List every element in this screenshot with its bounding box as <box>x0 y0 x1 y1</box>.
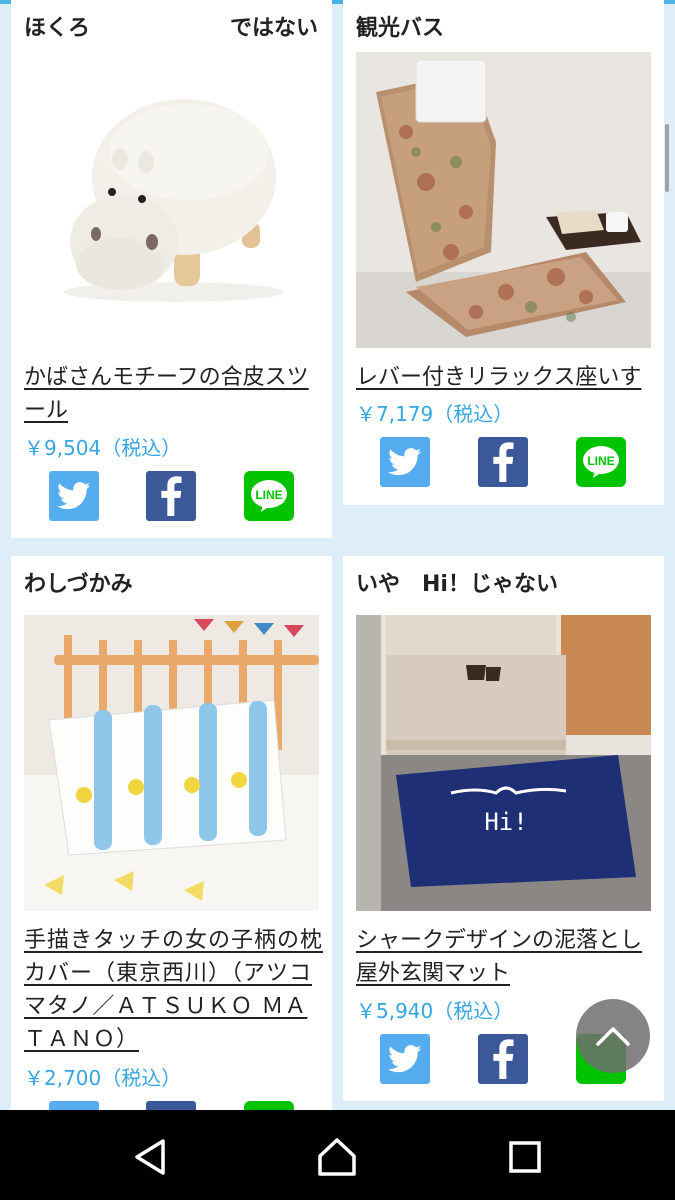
product-image[interactable]: Hi! <box>356 615 651 911</box>
facebook-f-icon <box>493 1039 514 1079</box>
twitter-share-button[interactable] <box>49 471 99 521</box>
card-title: いや Hi！じゃない <box>356 572 558 597</box>
card-title: 観光バス <box>356 16 445 41</box>
twitter-share-button[interactable] <box>380 437 430 487</box>
product-image[interactable] <box>356 52 651 348</box>
card-title-right: ではない <box>229 16 318 41</box>
nav-back-button[interactable] <box>125 1132 175 1182</box>
card-title: ほくろ <box>24 16 91 41</box>
scrollbar-thumb[interactable] <box>665 124 669 192</box>
product-name-link[interactable]: かばさんモチーフの合皮スツール <box>24 361 324 427</box>
twitter-bird-icon <box>388 448 422 476</box>
product-price: ￥2,700（税込） <box>24 1066 182 1090</box>
facebook-share-button[interactable] <box>478 1034 528 1084</box>
square-recents-icon <box>509 1141 541 1173</box>
line-icon: LINE <box>251 480 287 512</box>
facebook-share-button[interactable] <box>146 471 196 521</box>
card-title: わしづかみ <box>24 572 133 597</box>
chevron-up-icon <box>596 1027 630 1046</box>
line-icon: LINE <box>583 446 619 478</box>
nav-home-button[interactable] <box>312 1132 362 1182</box>
house-icon <box>318 1138 356 1176</box>
facebook-share-button[interactable] <box>478 437 528 487</box>
triangle-back-icon <box>135 1139 165 1175</box>
back-to-top-button[interactable] <box>576 999 650 1073</box>
twitter-bird-icon <box>388 1045 422 1073</box>
facebook-f-icon <box>161 476 182 516</box>
product-name-link[interactable]: シャークデザインの泥落とし屋外玄関マット <box>356 924 656 990</box>
product-card-pillow-cover: わしづかみ 手描きタッチの女の子柄の枕カバー（東京西川）（アツコマタノ／ＡＴＳＵ… <box>11 556 332 1151</box>
product-image[interactable] <box>24 615 319 911</box>
product-price: ￥5,940（税込） <box>356 999 514 1023</box>
svg-text:Hi!: Hi! <box>484 808 527 836</box>
twitter-bird-icon <box>57 482 91 510</box>
facebook-f-icon <box>493 442 514 482</box>
product-price: ￥7,179（税込） <box>356 402 514 426</box>
product-card-hippo-stool: ほくろ ではない かばさんモチーフの合皮スツール ￥9,504（税込） LINE <box>11 0 332 538</box>
line-share-button[interactable]: LINE <box>244 471 294 521</box>
svg-text:LINE: LINE <box>587 454 614 468</box>
twitter-share-button[interactable] <box>380 1034 430 1084</box>
system-navigation-bar <box>0 1110 675 1200</box>
line-share-button[interactable]: LINE <box>576 437 626 487</box>
product-price: ￥9,504（税込） <box>24 436 182 460</box>
nav-recents-button[interactable] <box>500 1132 550 1182</box>
svg-text:LINE: LINE <box>255 488 282 502</box>
product-name-link[interactable]: 手描きタッチの女の子柄の枕カバー（東京西川）（アツコマタノ／ＡＴＳＵＫＯ ＭＡＴ… <box>24 924 324 1056</box>
product-name-link[interactable]: レバー付きリラックス座いす <box>356 361 656 394</box>
product-card-reclining-chair: 観光バス レバー付きリラックス座いす ￥7,179（税込） LINE <box>343 0 664 505</box>
product-image[interactable] <box>24 52 319 348</box>
